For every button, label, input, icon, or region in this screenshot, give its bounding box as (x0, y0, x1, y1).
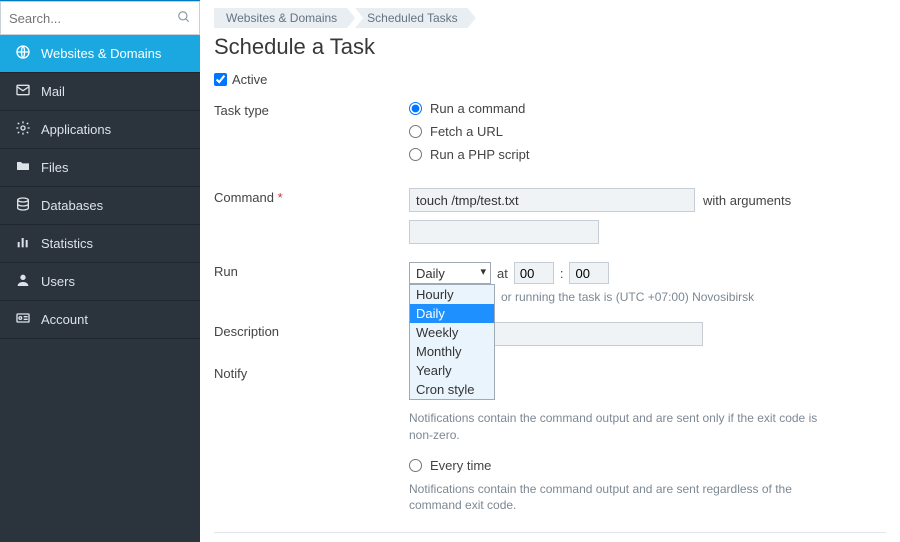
search-icon (177, 10, 191, 27)
sidebar-item-label: Websites & Domains (41, 46, 161, 61)
command-input[interactable] (409, 188, 695, 212)
option-weekly[interactable]: Weekly (410, 323, 494, 342)
option-daily[interactable]: Daily (410, 304, 494, 323)
breadcrumb: Websites & Domains Scheduled Tasks (214, 8, 886, 28)
colon-label: : (560, 266, 564, 281)
sidebar-item-label: Account (41, 312, 88, 327)
sidebar-item-statistics[interactable]: Statistics (0, 225, 200, 263)
breadcrumb-websites[interactable]: Websites & Domains (214, 8, 355, 28)
folder-icon (15, 158, 31, 178)
notify-label: Notify (214, 364, 409, 381)
task-type-php[interactable]: Run a PHP script (409, 147, 886, 162)
search-box[interactable] (0, 1, 200, 35)
minute-input[interactable] (569, 262, 609, 284)
mail-icon (15, 82, 31, 102)
option-cron[interactable]: Cron style (410, 380, 494, 399)
run-frequency-select[interactable]: Daily (409, 262, 491, 284)
description-label: Description (214, 322, 409, 339)
sidebar-item-label: Mail (41, 84, 65, 99)
task-type-label: Task type (214, 101, 409, 118)
sidebar-item-files[interactable]: Files (0, 149, 200, 187)
notify-every-desc: Notifications contain the command output… (409, 481, 839, 515)
sidebar-item-users[interactable]: Users (0, 263, 200, 301)
user-icon (15, 272, 31, 292)
timezone-hint: or running the task is (UTC +07:00) Novo… (501, 290, 886, 304)
radio-php[interactable] (409, 148, 422, 161)
database-icon (15, 196, 31, 216)
sidebar-item-mail[interactable]: Mail (0, 73, 200, 111)
at-label: at (497, 266, 508, 281)
card-icon (15, 310, 31, 330)
hour-input[interactable] (514, 262, 554, 284)
radio-label: Every time (430, 458, 491, 473)
task-type-command[interactable]: Run a command (409, 101, 886, 116)
task-type-url[interactable]: Fetch a URL (409, 124, 886, 139)
active-label: Active (232, 72, 267, 87)
sidebar-item-account[interactable]: Account (0, 301, 200, 339)
sidebar-item-label: Statistics (41, 236, 93, 251)
option-yearly[interactable]: Yearly (410, 361, 494, 380)
radio-label: Run a command (430, 101, 525, 116)
sidebar-item-databases[interactable]: Databases (0, 187, 200, 225)
option-hourly[interactable]: Hourly (410, 285, 494, 304)
sidebar-item-applications[interactable]: Applications (0, 111, 200, 149)
radio-label: Fetch a URL (430, 124, 503, 139)
with-arguments-label: with arguments (703, 193, 791, 208)
breadcrumb-scheduled-tasks[interactable]: Scheduled Tasks (355, 8, 476, 28)
run-frequency-value: Daily (416, 266, 445, 281)
notify-every-time[interactable]: Every time (409, 458, 886, 473)
page-title: Schedule a Task (214, 34, 886, 60)
sidebar-item-label: Applications (41, 122, 111, 137)
active-checkbox[interactable] (214, 73, 227, 86)
option-monthly[interactable]: Monthly (410, 342, 494, 361)
radio-command[interactable] (409, 102, 422, 115)
chart-icon (15, 234, 31, 254)
sidebar-item-label: Files (41, 160, 68, 175)
sidebar-item-label: Databases (41, 198, 103, 213)
radio-url[interactable] (409, 125, 422, 138)
arguments-input[interactable] (409, 220, 599, 244)
gear-icon (15, 120, 31, 140)
radio-label: Run a PHP script (430, 147, 529, 162)
search-input[interactable] (9, 11, 177, 26)
radio-every-time[interactable] (409, 459, 422, 472)
globe-icon (15, 44, 31, 64)
run-label: Run (214, 262, 409, 279)
notify-errors-desc: Notifications contain the command output… (409, 410, 839, 444)
sidebar-item-label: Users (41, 274, 75, 289)
sidebar-item-websites[interactable]: Websites & Domains (0, 35, 200, 73)
command-label: Command *Command * (214, 188, 409, 205)
run-frequency-dropdown: Hourly Daily Weekly Monthly Yearly Cron … (409, 284, 495, 400)
